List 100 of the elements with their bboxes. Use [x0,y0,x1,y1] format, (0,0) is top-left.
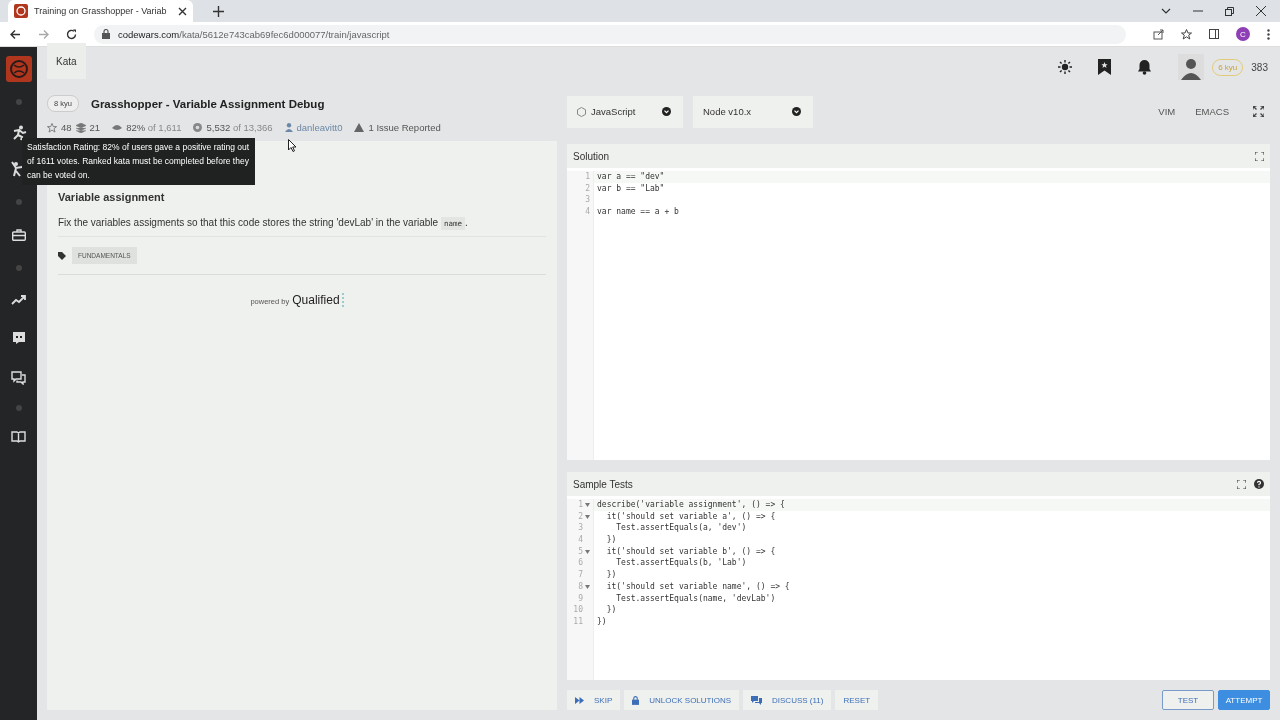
code-line: it('should set variable a', () => { [605,511,776,521]
bookmark-icon[interactable] [1098,59,1112,75]
book-icon[interactable] [11,431,26,443]
line-number: 9 [578,592,583,605]
collections-count: 21 [89,122,101,133]
chat-icon[interactable] [11,331,26,345]
version-select[interactable]: Node v10.x [693,95,813,128]
fold-icon[interactable] [585,502,590,507]
description-heading: Variable assignment [58,191,166,203]
line-number: 3 [585,194,590,207]
code-line: var name == a + b [597,207,679,217]
star-icon[interactable] [1181,28,1192,40]
fullscreen-icon[interactable] [1237,479,1246,489]
chevron-down-icon [792,107,801,116]
close-icon[interactable] [178,6,187,16]
layers-icon[interactable] [75,122,86,133]
close-icon[interactable] [1256,6,1266,16]
line-number: 1 [578,499,583,511]
kata-title: Grasshopper - Variable Assignment Debug [90,97,325,110]
code-line: var a == "dev" [597,172,665,181]
run-button[interactable]: ATTEMPT [1218,690,1270,710]
address-bar[interactable]: codewars.com/kata/5612e743cab69fec6d000077/train/javascript [94,24,1126,44]
code-line: }) [605,570,617,580]
code-line: }) [605,605,617,615]
help-icon[interactable] [1254,479,1264,489]
target-icon [193,123,203,132]
bell-icon[interactable] [1137,59,1153,75]
line-number: 3 [578,522,583,535]
editor-mode-button[interactable]: EMACS [1195,106,1229,117]
code-line: Test.assertEquals(name, 'devLab') [615,593,776,603]
line-number: 4 [578,534,583,546]
code-editor[interactable]: 1 2 3 4 var a == "dev" var b == "Lab" var name == a + b [567,168,1270,460]
code-line: }) [597,616,607,626]
cursor-icon [288,139,297,152]
chevron-down-icon [662,107,671,116]
action-button[interactable]: UNLOCK SOLUTIONS [624,690,740,710]
comments-icon[interactable] [11,371,26,385]
briefcase-icon[interactable] [11,229,26,241]
dot-icon [15,199,22,205]
line-number: 2 [578,510,583,523]
editor-mode-button[interactable]: VIM [1158,106,1176,117]
code-line: describe('variable assignment', () => { [597,500,785,509]
line-number: 1 [585,171,590,183]
reload-icon[interactable] [66,28,77,40]
fullscreen-icon[interactable] [1255,151,1264,161]
panel-title: Sample Tests [573,478,633,490]
fold-icon[interactable] [585,584,590,589]
avatar[interactable] [1178,54,1205,80]
stars-count: 48 [61,122,72,133]
trend-up-icon[interactable] [11,295,26,305]
code-line: Test.assertEquals(b, 'Lab') [615,558,747,568]
eye-icon [112,124,123,131]
code-line: it('should set variable b', () => { [605,546,776,556]
action-button[interactable]: DISCUSS (11) [743,690,832,710]
browser-tab[interactable]: Training on Grasshopper - Variab [8,0,193,22]
run-button[interactable]: TEST [1162,690,1214,710]
new-tab-icon[interactable] [213,5,224,17]
action-button[interactable]: SKIP [567,690,621,710]
language-select[interactable]: JavaScript [567,95,683,128]
fullscreen-icon[interactable] [1253,106,1264,117]
fold-icon[interactable] [585,549,590,554]
codewars-logo-icon [14,4,28,18]
tab-title: Training on Grasshopper - Variab [34,6,168,16]
line-number: 10 [573,604,583,616]
code-line: Test.assertEquals(a, 'dev') [615,523,747,533]
more-icon[interactable] [1267,28,1270,40]
sun-icon[interactable] [1058,60,1073,74]
lock-icon [102,29,110,39]
dot-icon [15,99,22,105]
back-icon[interactable] [10,28,21,40]
chevron-down-icon[interactable] [1161,8,1171,14]
logo-icon[interactable] [5,56,32,82]
star-icon[interactable] [47,122,57,133]
dot-icon [15,405,22,411]
share-icon[interactable] [1153,28,1164,40]
restore-icon[interactable] [1225,6,1234,16]
dot-icon [15,265,22,271]
fold-icon[interactable] [585,514,590,519]
issues-link[interactable]: 1 Issue Reported [368,122,441,133]
line-number: 7 [578,569,583,581]
line-number: 8 [578,580,583,593]
line-number: 4 [585,206,590,218]
satisfaction-rating: 82% of 1,611 [126,122,182,133]
fast-forward-icon [575,696,584,704]
comments-icon [751,695,763,705]
line-number: 11 [573,615,583,628]
user-icon [284,123,293,132]
honor-score: 383 [1251,61,1268,73]
code-line: }) [605,535,617,545]
side-panel-icon[interactable] [1209,29,1219,39]
kata-tab[interactable]: Kata [47,43,86,79]
qualified-logo[interactable]: Qualified [292,293,344,307]
line-number: 5 [578,545,583,558]
tooltip: Satisfaction Rating: 82% of users gave a positive rating out of 1611 votes. Ranked kata must be completed before they can be voted on. [22,138,255,185]
profile-button[interactable]: C [1236,27,1250,41]
line-number: 2 [585,182,590,195]
action-button[interactable]: RESET [835,690,879,710]
tag-icon [58,251,66,260]
panel-title: Solution [573,150,610,162]
code-line: var b == "Lab" [597,183,665,193]
